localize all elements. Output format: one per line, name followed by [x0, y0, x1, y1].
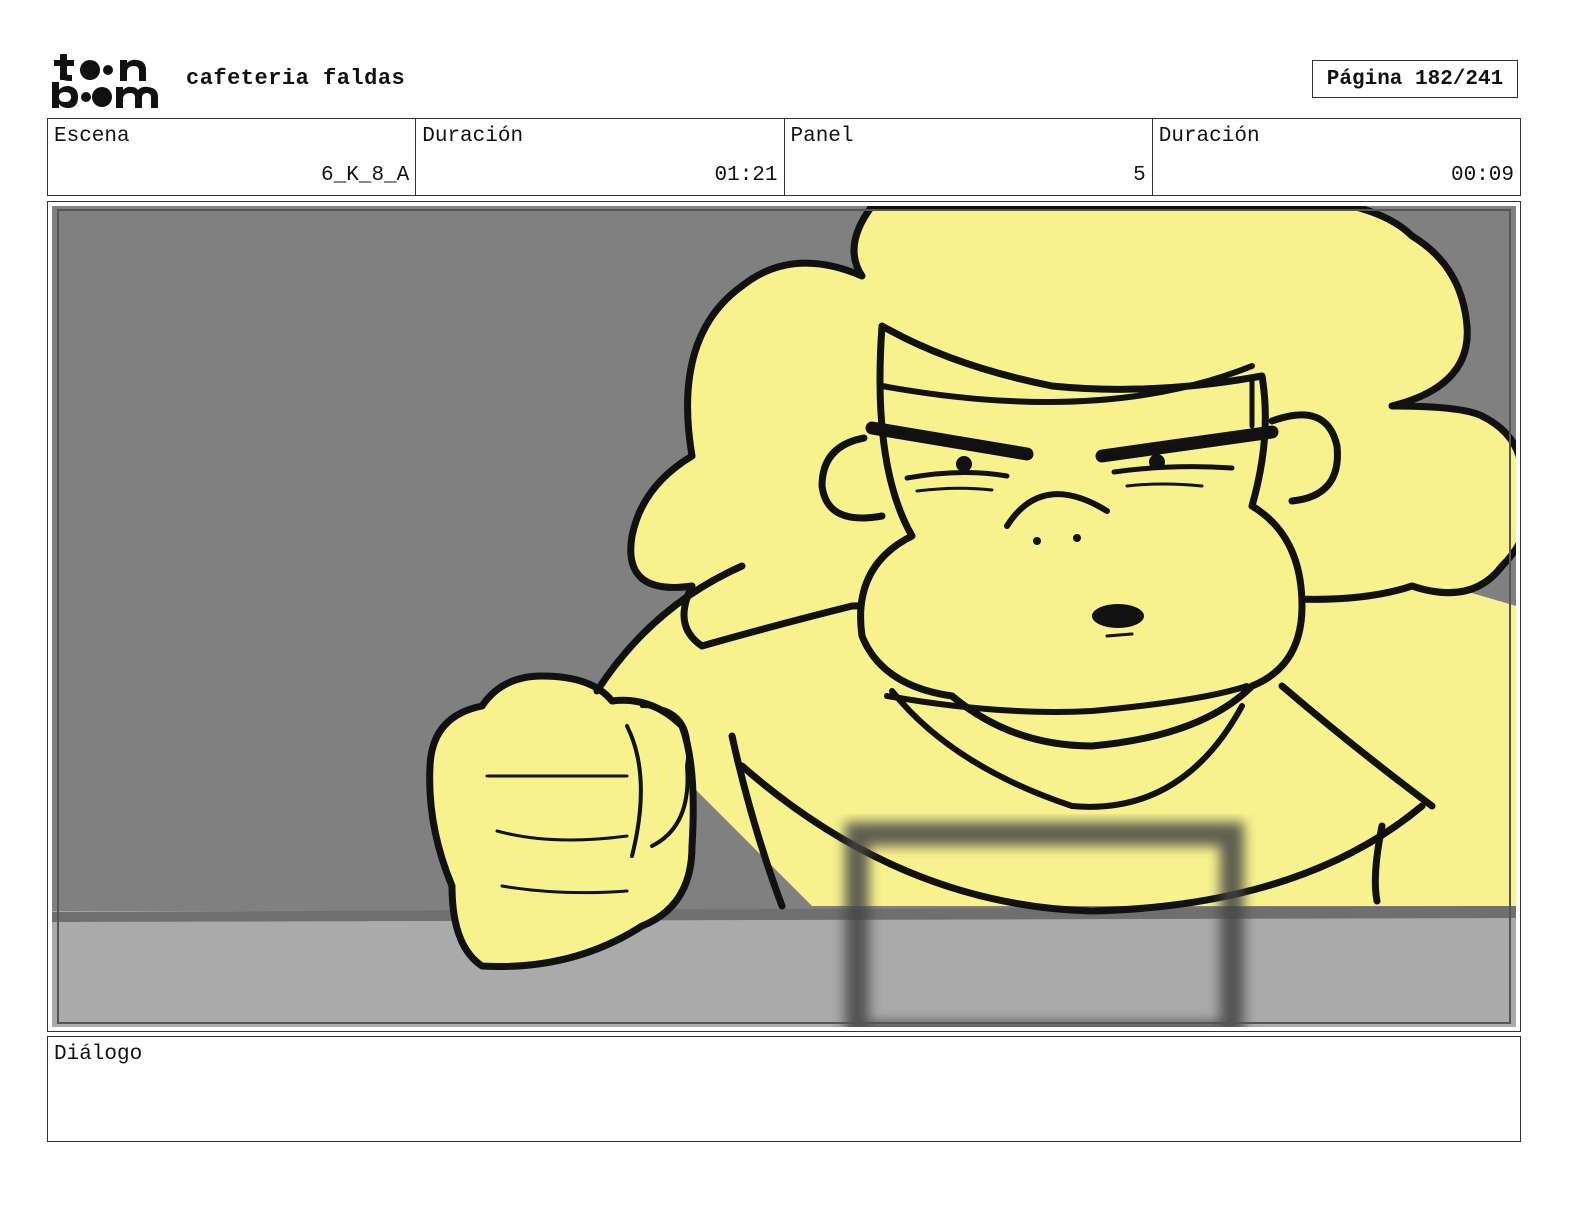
panel-cell: Panel 5	[785, 119, 1153, 195]
panel-value: 5	[1133, 164, 1146, 187]
scene-info-row: Escena 6_K_8_A Duración 01:21 Panel 5 Du…	[47, 118, 1521, 196]
project-title: cafeteria faldas	[186, 66, 406, 91]
page-indicator: Página 182/241	[1312, 60, 1518, 98]
page-label: Página 182/241	[1326, 67, 1504, 91]
table-top	[52, 911, 1516, 1027]
toon-boom-logo	[52, 54, 158, 108]
dialog-box: Diálogo	[47, 1036, 1521, 1142]
storyboard-panel	[47, 201, 1521, 1032]
panel-label: Panel	[790, 125, 854, 148]
scene-label: Escena	[54, 125, 130, 148]
panel-drawing	[52, 206, 1516, 1027]
scene-value: 6_K_8_A	[321, 164, 410, 187]
panel-duration-cell: Duración 00:09	[1153, 119, 1520, 195]
scene-duration-cell: Duración 01:21	[416, 119, 785, 195]
scene-cell: Escena 6_K_8_A	[48, 119, 417, 195]
panel-duration-label: Duración	[1158, 125, 1260, 148]
panel-duration-value: 00:09	[1450, 164, 1514, 187]
scene-duration-value: 01:21	[714, 164, 778, 187]
dialog-label: Diálogo	[54, 1043, 143, 1066]
scene-duration-label: Duración	[422, 125, 524, 148]
